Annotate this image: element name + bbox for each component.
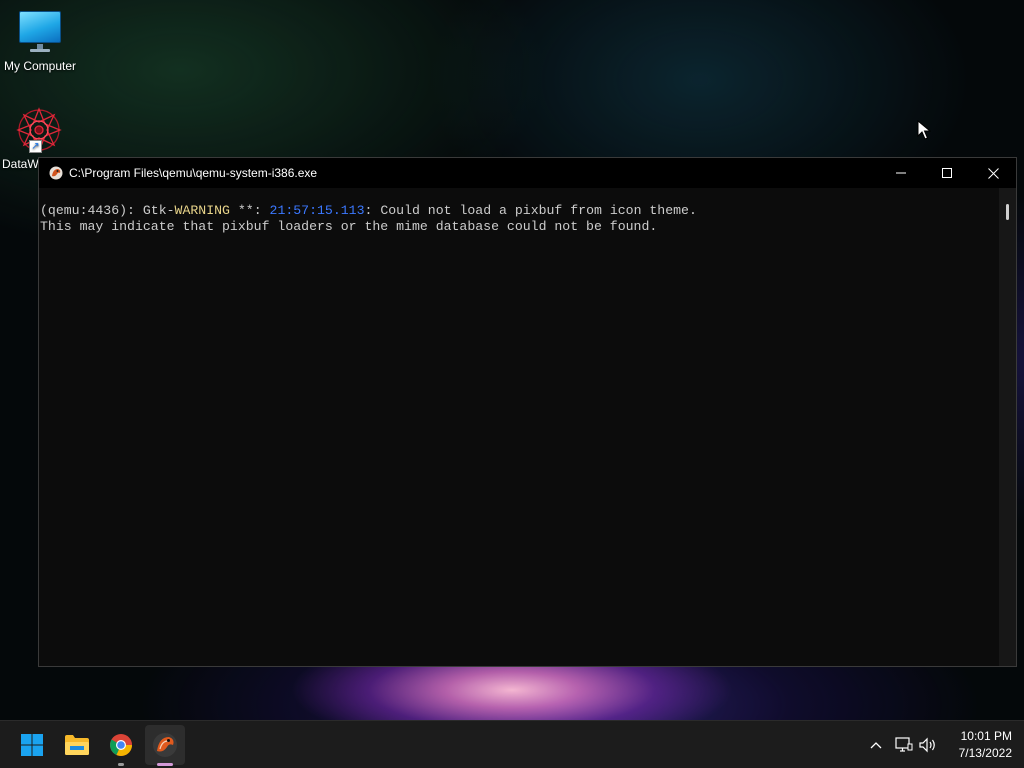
chrome-icon: [110, 734, 132, 756]
console-line: (qemu:4436): Gtk-WARNING **: 21:57:15.11…: [40, 203, 697, 218]
datawarp-star-icon: ↗: [15, 106, 63, 154]
console-output[interactable]: (qemu:4436): Gtk-WARNING **: 21:57:15.11…: [39, 188, 999, 666]
warning-level: WARNING: [174, 203, 230, 218]
log-timestamp: 21:57:15.113: [269, 203, 365, 218]
chevron-up-icon: [870, 742, 882, 749]
taskbar-file-explorer[interactable]: [57, 725, 97, 765]
show-hidden-icons-button[interactable]: [864, 721, 888, 768]
network-button[interactable]: [892, 721, 916, 768]
qemu-icon: [153, 733, 177, 757]
maximize-button[interactable]: [924, 158, 970, 188]
desktop-icon-label: My Computer: [3, 59, 77, 73]
console-window[interactable]: C:\Program Files\qemu\qemu-system-i386.e…: [38, 157, 1017, 667]
desktop-icon-label: DataW: [2, 157, 39, 171]
vertical-scrollbar[interactable]: [999, 188, 1016, 666]
maximize-icon: [942, 168, 952, 178]
network-icon: [895, 737, 913, 752]
volume-button[interactable]: [916, 721, 940, 768]
mouse-cursor-icon: [917, 120, 931, 140]
desktop-icon-my-computer[interactable]: My Computer: [0, 10, 80, 73]
clock[interactable]: 10:01 PM 7/13/2022: [944, 721, 1018, 768]
taskbar-chrome[interactable]: [101, 725, 141, 766]
running-indicator: [118, 763, 124, 766]
clock-time: 10:01 PM: [960, 729, 1012, 743]
clock-date: 7/13/2022: [958, 746, 1012, 760]
shortcut-arrow-icon: ↗: [29, 140, 42, 153]
windows-start-icon: [21, 734, 43, 756]
console-line: This may indicate that pixbuf loaders or…: [40, 219, 658, 234]
start-button[interactable]: [12, 725, 52, 765]
scrollbar-thumb[interactable]: [1006, 204, 1009, 220]
taskbar-qemu[interactable]: [145, 725, 185, 766]
volume-icon: [919, 737, 935, 753]
monitor-icon: [18, 10, 62, 56]
qemu-icon: [49, 166, 63, 180]
window-title: C:\Program Files\qemu\qemu-system-i386.e…: [69, 166, 318, 180]
folder-icon: [65, 735, 89, 755]
taskbar: 10:01 PM 7/13/2022: [0, 720, 1024, 768]
active-indicator: [157, 763, 173, 766]
window-titlebar[interactable]: C:\Program Files\qemu\qemu-system-i386.e…: [39, 158, 1016, 188]
minimize-button[interactable]: [878, 158, 924, 188]
close-icon: [987, 167, 999, 179]
minimize-icon: [896, 172, 906, 174]
close-button[interactable]: [970, 158, 1016, 188]
